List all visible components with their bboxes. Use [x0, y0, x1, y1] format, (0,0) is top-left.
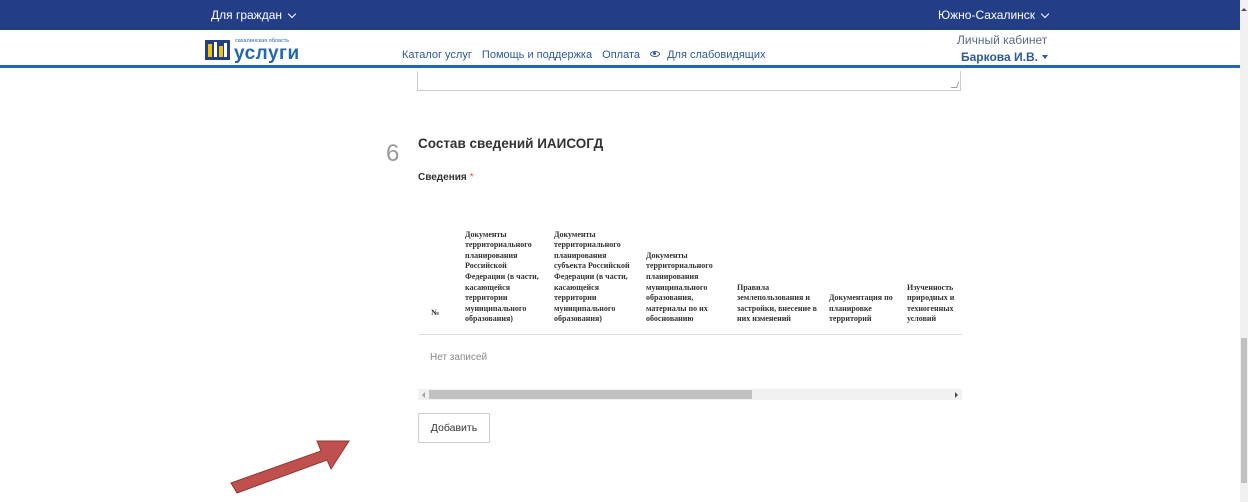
- scrollbar-thumb[interactable]: [1241, 338, 1247, 483]
- scrollbar-thumb[interactable]: [429, 390, 752, 399]
- add-button[interactable]: Добавить: [418, 413, 490, 443]
- user-menu[interactable]: Баркова И.В.: [961, 50, 1048, 64]
- step-number: 6: [386, 140, 400, 167]
- personal-cabinet-label[interactable]: Личный кабинет: [957, 33, 1047, 47]
- eye-icon: [650, 51, 661, 57]
- column-header: Документы территориального планирования …: [646, 250, 713, 324]
- nav-catalog[interactable]: Каталог услуг: [402, 49, 472, 61]
- column-header: Изученность природных и техногенных усло…: [907, 282, 955, 324]
- nav-help[interactable]: Помощь и поддержка: [482, 49, 592, 61]
- page: Для граждан Южно-Сахалинск сахалинская о…: [0, 0, 1248, 502]
- logo-emblem-icon: [205, 40, 230, 60]
- textarea-field[interactable]: [417, 71, 961, 91]
- table-header: № Документы территориального планировани…: [418, 192, 962, 335]
- field-label-text: Сведения: [418, 172, 467, 183]
- user-name: Баркова И.В.: [961, 50, 1038, 64]
- chevron-down-icon: [1040, 9, 1050, 19]
- caret-down-icon: [1042, 55, 1048, 59]
- arrow-annotation-icon: [230, 440, 350, 494]
- page-scrollbar[interactable]: [1240, 0, 1248, 502]
- logo-text: услуги: [234, 43, 300, 64]
- field-label: Сведения *: [418, 172, 474, 183]
- main-nav: Каталог услуг Помощь и поддержка Оплата …: [402, 49, 779, 61]
- chevron-down-icon: [287, 9, 297, 19]
- column-header-number: №: [431, 308, 440, 318]
- resize-grip-icon[interactable]: [950, 82, 960, 88]
- required-mark: *: [469, 172, 474, 183]
- column-header: Правила землепользования и застройки, вн…: [737, 282, 817, 324]
- table-horizontal-scrollbar[interactable]: [418, 389, 962, 400]
- column-header: Документы территориального планирования …: [465, 229, 539, 324]
- nav-accessibility[interactable]: Для слабовидящих: [650, 49, 772, 61]
- nav-accessibility-label: Для слабовидящих: [667, 49, 766, 61]
- column-header: Документы территориального планирования …: [554, 229, 630, 324]
- city-selector[interactable]: Южно-Сахалинск: [938, 8, 1050, 22]
- nav-payment[interactable]: Оплата: [602, 49, 640, 61]
- scroll-left-icon[interactable]: [422, 392, 425, 398]
- for-citizens-label: Для граждан: [211, 8, 283, 22]
- empty-table-text: Нет записей: [430, 352, 488, 363]
- top-bar: Для граждан Южно-Сахалинск: [0, 0, 1240, 30]
- scroll-right-icon[interactable]: [955, 392, 958, 398]
- for-citizens-menu[interactable]: Для граждан: [211, 8, 297, 22]
- column-header: Документация по планировке территорий: [829, 293, 893, 324]
- site-header: сахалинская область услуги Каталог услуг…: [0, 30, 1240, 68]
- city-label: Южно-Сахалинск: [938, 8, 1036, 22]
- scroll-up-icon[interactable]: [1241, 8, 1247, 11]
- section-title: Состав сведений ИАИСОГД: [418, 136, 604, 151]
